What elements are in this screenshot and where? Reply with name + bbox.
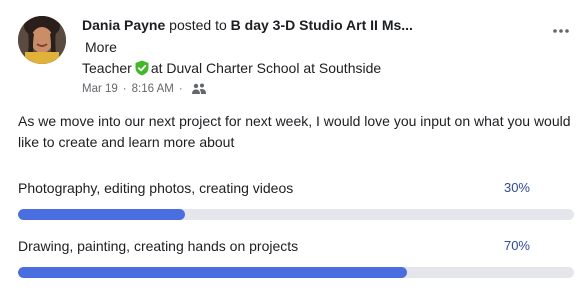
audience-icon [191, 82, 207, 96]
meta-separator: · [122, 83, 127, 95]
post-body: As we move into our next project for nex… [18, 113, 571, 150]
post-time[interactable]: 8:16 AM [132, 83, 174, 95]
role-label: Teacher [82, 60, 132, 76]
post-date[interactable]: Mar 19 [82, 83, 118, 95]
poll-bar-track [18, 267, 574, 278]
poll-bar-fill [18, 209, 185, 220]
poll-option-label: Drawing, painting, creating hands on pro… [18, 238, 299, 254]
poll-option-percent: 30% [503, 180, 530, 195]
poll-option-percent: 70% [503, 238, 530, 253]
school-label[interactable]: at Duval Charter School at Southside [151, 60, 381, 76]
post-meta: Mar 19 · 8:16 AM · [82, 82, 207, 96]
author-name[interactable]: Dania Payne [82, 17, 165, 33]
author-avatar[interactable] [18, 16, 66, 64]
avatar-photo [18, 16, 66, 64]
poll-bar-track [18, 209, 574, 220]
group-name[interactable]: B day 3-D Studio Art II Ms... [231, 17, 413, 33]
author-role: Teacher at Duval Charter School at South… [82, 60, 381, 76]
post-header: Dania Payne posted to B day 3-D Studio A… [82, 17, 413, 33]
meta-separator: · [178, 83, 183, 95]
posted-to-text: posted to [169, 17, 227, 33]
more-link[interactable]: More [85, 39, 117, 55]
more-options-icon[interactable] [552, 22, 570, 33]
poll-option-label: Photography, editing photos, creating vi… [18, 180, 294, 196]
poll-bar-fill [18, 267, 408, 278]
verified-teacher-badge-icon [134, 60, 150, 76]
